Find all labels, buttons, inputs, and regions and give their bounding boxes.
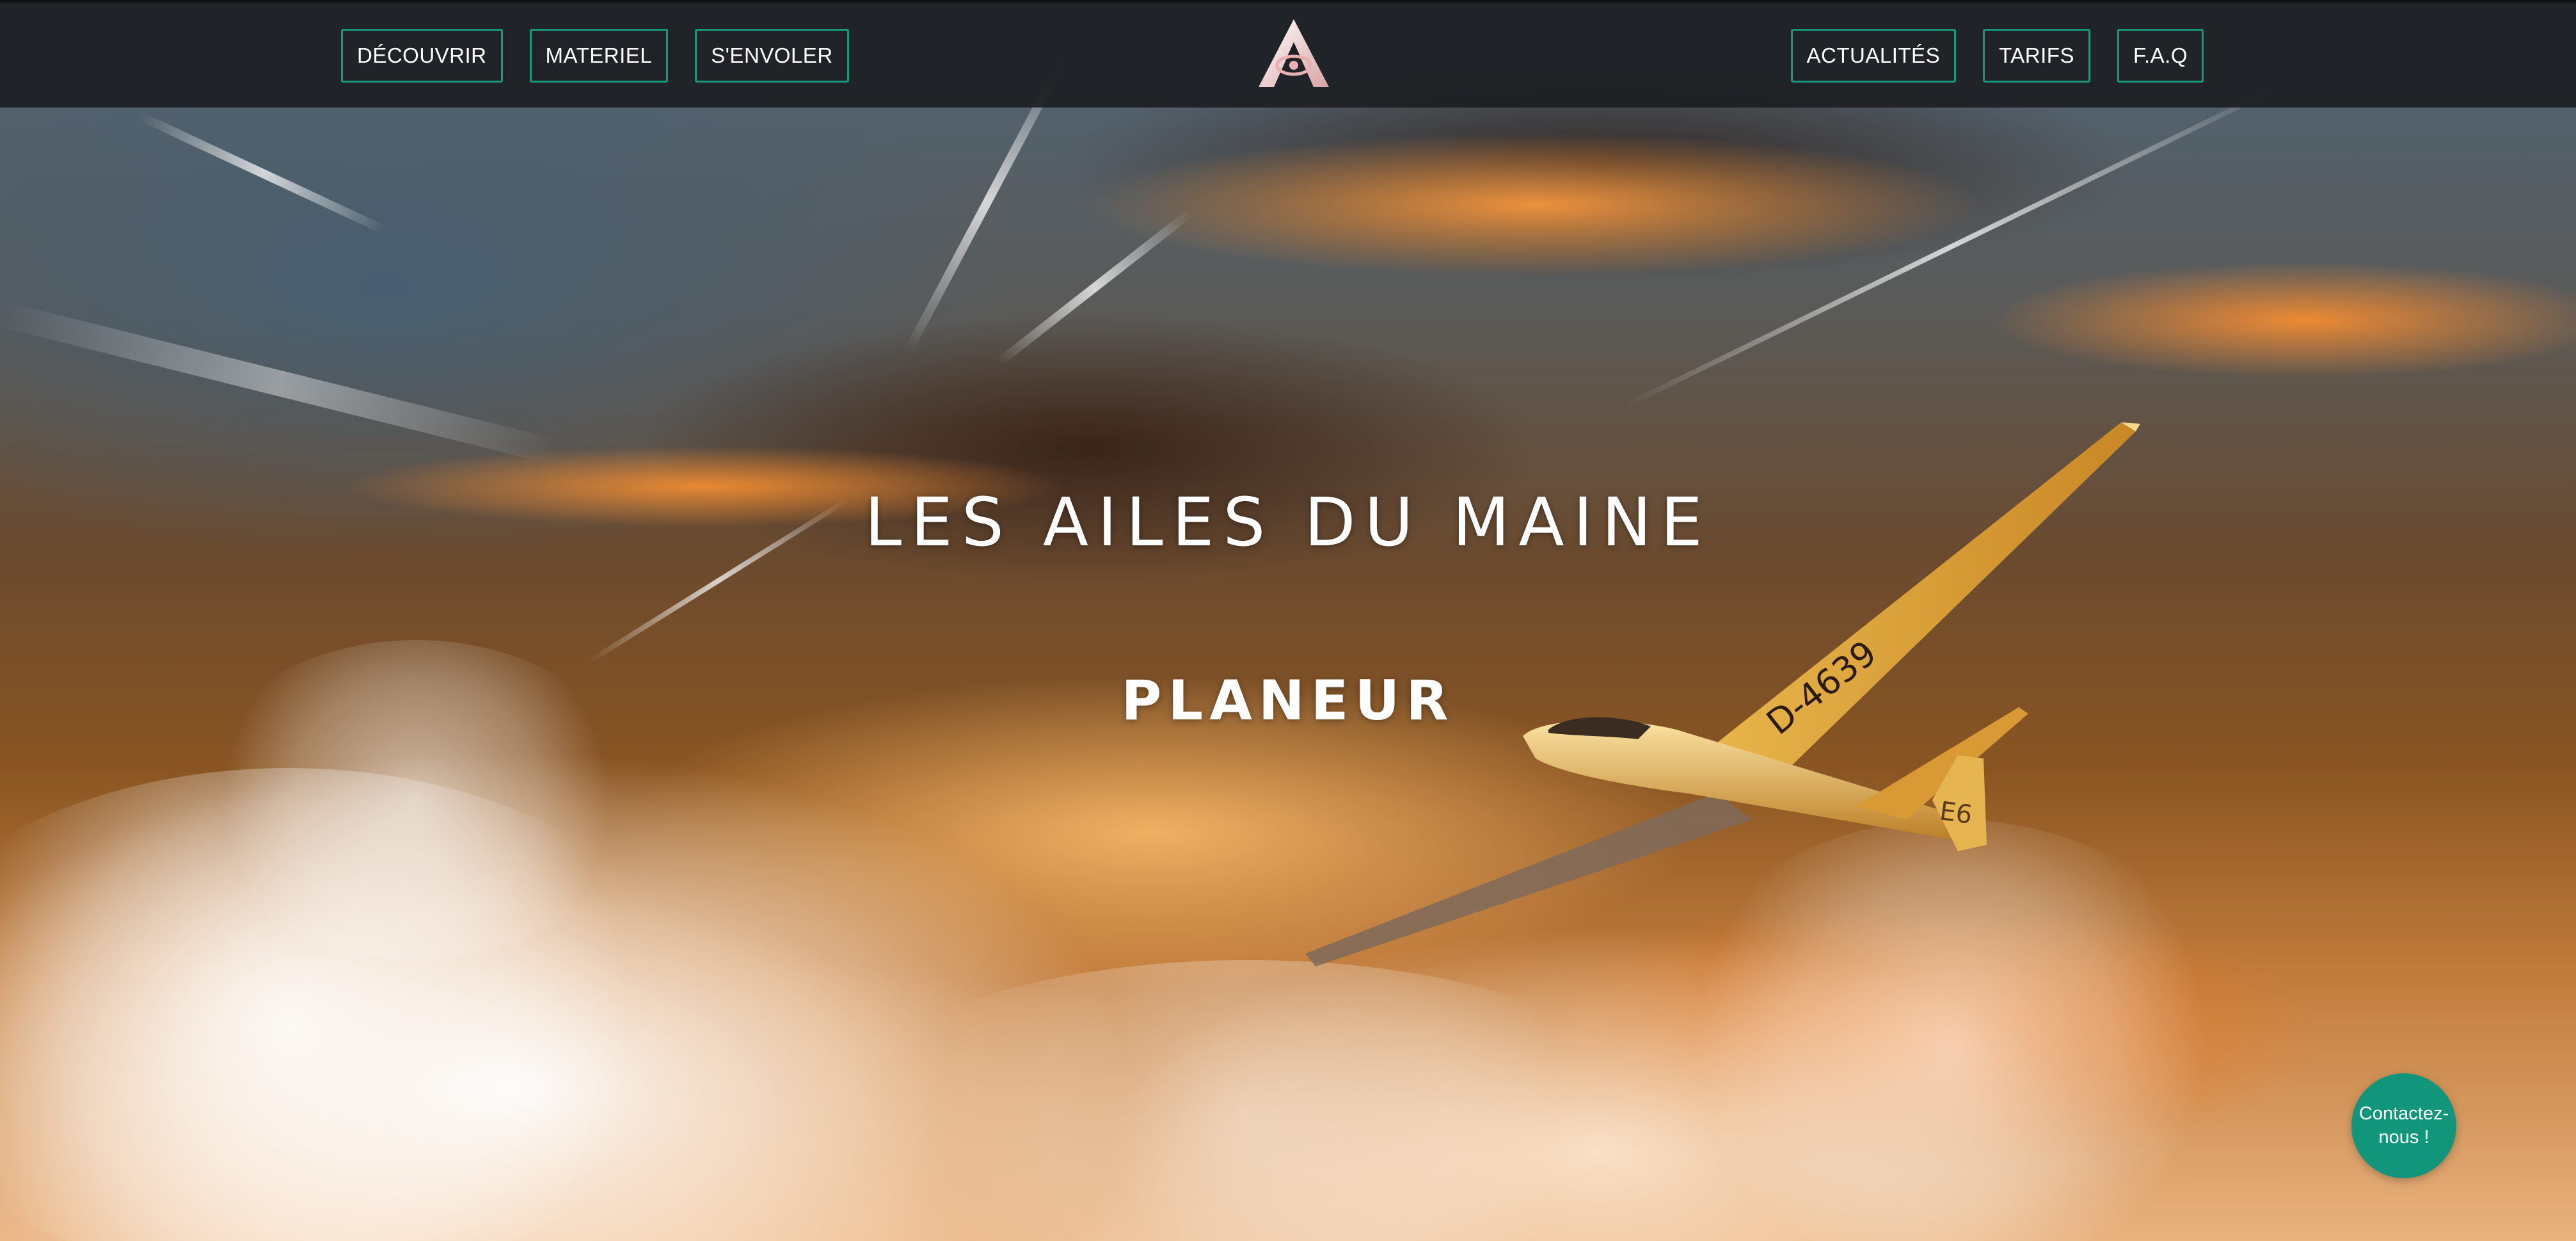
nav-actualites-button[interactable]: ACTUALITÉS — [1790, 29, 1957, 83]
contrail — [0, 301, 562, 466]
nav-senvoler-button[interactable]: S'ENVOLER — [695, 29, 849, 83]
nav-faq-button[interactable]: F.A.Q — [2117, 29, 2204, 83]
page: DÉCOUVRIR MATERIEL S'ENVOLER ACTUALITÉS … — [0, 0, 2576, 1241]
contrail — [1624, 83, 2282, 408]
smoke-cloud — [832, 960, 1664, 1241]
nav-materiel-button[interactable]: MATERIEL — [529, 29, 669, 83]
nav-tarifs-button[interactable]: TARIFS — [1983, 29, 2090, 83]
svg-text:E6: E6 — [1938, 796, 1975, 830]
contrail — [995, 209, 1193, 367]
site-header: DÉCOUVRIR MATERIEL S'ENVOLER ACTUALITÉS … — [0, 0, 2576, 108]
contact-button[interactable]: Contactez-nous ! — [2351, 1073, 2456, 1178]
nav-left: DÉCOUVRIR MATERIEL S'ENVOLER — [341, 29, 849, 83]
hero-subtitle: PLANEUR — [1121, 669, 1455, 733]
glider-image: E6 D-4639 — [1305, 422, 2140, 966]
nav-right: ACTUALITÉS TARIFS F.A.Q — [1790, 29, 2204, 83]
hero-background-image — [0, 0, 2576, 1241]
hero-title: LES AILES DU MAINE — [864, 483, 1712, 561]
contrail — [139, 112, 386, 234]
nav-decouvrir-button[interactable]: DÉCOUVRIR — [341, 29, 503, 83]
club-logo-icon[interactable] — [1250, 15, 1338, 91]
